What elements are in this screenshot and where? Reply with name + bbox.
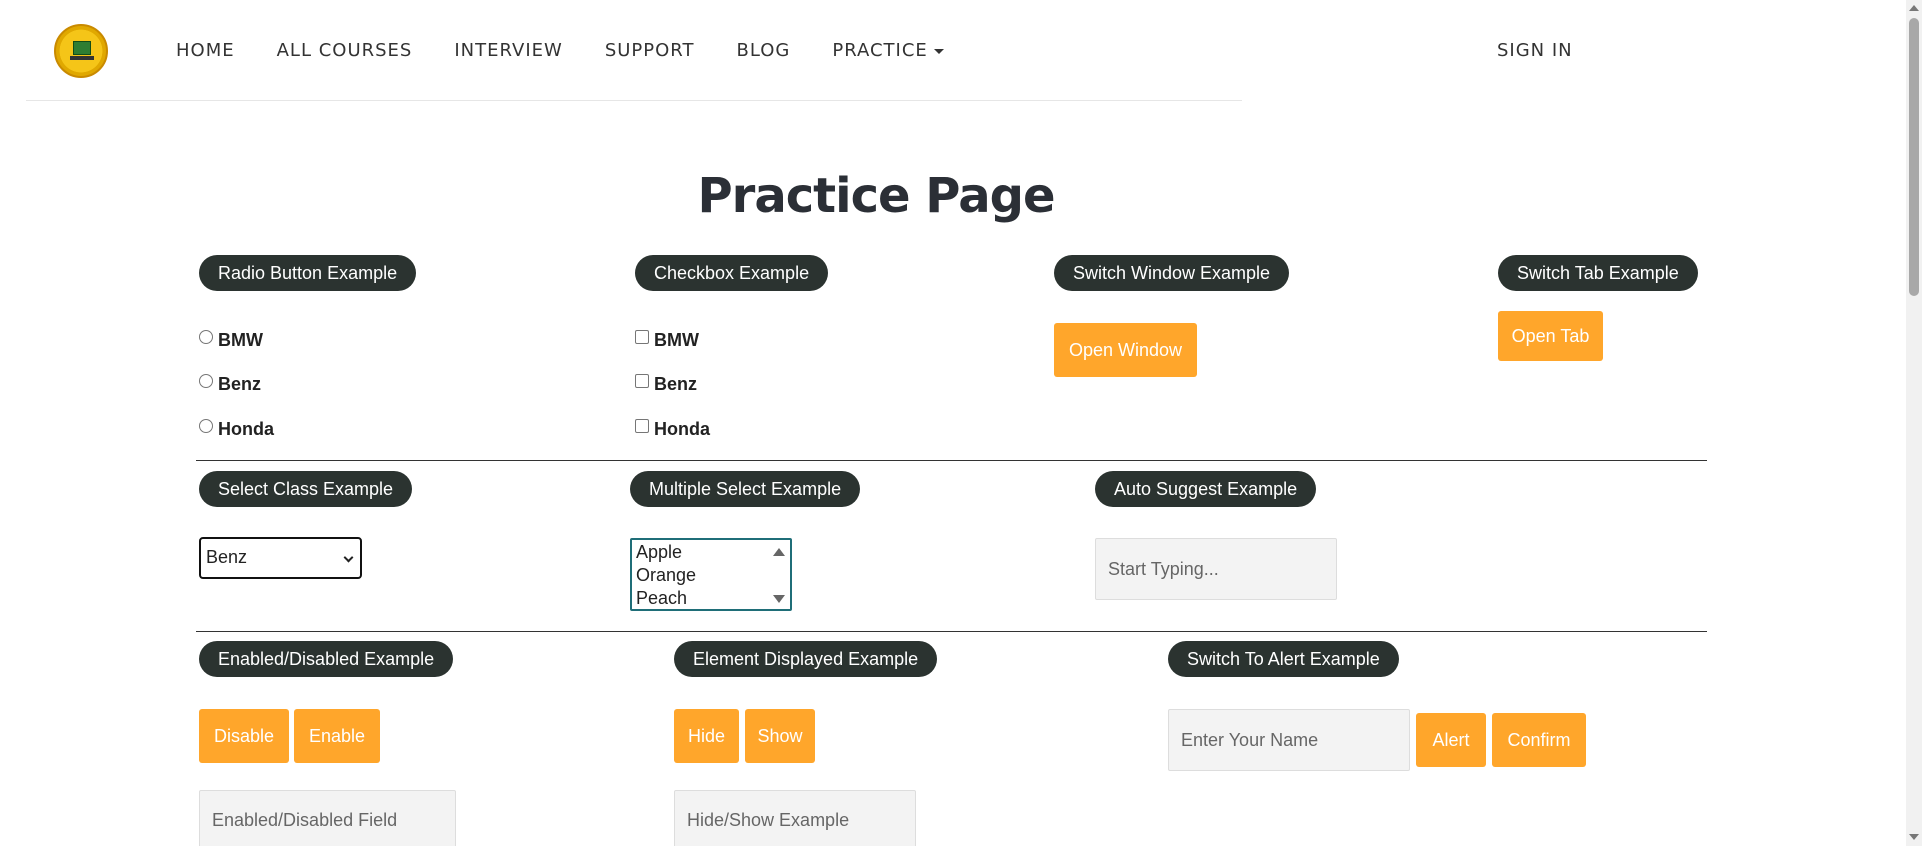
radio-option-label: BMW <box>218 330 263 350</box>
checkbox-option-bmw[interactable]: BMW <box>635 330 699 351</box>
checkbox[interactable] <box>635 330 649 344</box>
hide-show-field[interactable]: Hide/Show Example <box>674 790 916 846</box>
monitor-base <box>70 56 94 60</box>
checkbox-option-label: Benz <box>654 374 698 394</box>
radio-button[interactable] <box>199 330 213 344</box>
chevron-down-icon <box>343 552 354 563</box>
scroll-up-icon[interactable] <box>1909 5 1919 11</box>
radio-option-honda[interactable]: Honda <box>199 419 274 440</box>
hide-button[interactable]: Hide <box>674 709 739 763</box>
scroll-down-icon[interactable] <box>1909 834 1919 840</box>
alert-button[interactable]: Alert <box>1416 713 1486 767</box>
nav-practice[interactable]: PRACTICE <box>832 40 944 61</box>
nav-home[interactable]: HOME <box>176 40 235 61</box>
auto-suggest-input[interactable]: Start Typing... <box>1095 538 1337 600</box>
caret-down-icon <box>933 48 944 54</box>
page-scrollbar[interactable] <box>1906 0 1922 846</box>
nav-practice-label: PRACTICE <box>832 40 928 61</box>
select-class-value: Benz <box>206 547 248 567</box>
open-tab-button[interactable]: Open Tab <box>1498 311 1603 361</box>
enable-button[interactable]: Enable <box>294 709 380 763</box>
section-divider <box>196 460 1707 461</box>
radio-option-bmw[interactable]: BMW <box>199 330 263 351</box>
nav-interview[interactable]: INTERVIEW <box>454 40 562 61</box>
logo-icon[interactable] <box>54 24 108 78</box>
multi-option-peach[interactable]: Peach <box>636 587 786 610</box>
alert-legend: Switch To Alert Example <box>1168 641 1399 677</box>
radio-legend: Radio Button Example <box>199 255 417 291</box>
auto-suggest-legend: Auto Suggest Example <box>1095 471 1317 507</box>
nav-all-courses[interactable]: ALL COURSES <box>277 40 413 61</box>
select-class-legend: Select Class Example <box>199 471 413 507</box>
multiple-select-legend: Multiple Select Example <box>630 471 861 507</box>
enabled-disabled-legend: Enabled/Disabled Example <box>199 641 454 677</box>
checkbox-legend: Checkbox Example <box>635 255 829 291</box>
multiple-select-listbox[interactable]: Apple Orange Peach <box>630 538 792 611</box>
checkbox[interactable] <box>635 419 649 433</box>
radio-button[interactable] <box>199 419 213 433</box>
site-header: HOME ALL COURSES INTERVIEW SUPPORT BLOG … <box>26 0 1572 101</box>
scroll-thumb[interactable] <box>1909 18 1919 296</box>
confirm-button[interactable]: Confirm <box>1492 713 1586 767</box>
scroll-down-icon[interactable] <box>773 595 785 603</box>
enabled-disabled-field[interactable]: Enabled/Disabled Field <box>199 790 456 846</box>
checkbox-option-honda[interactable]: Honda <box>635 419 710 440</box>
show-button[interactable]: Show <box>745 709 815 763</box>
main-nav: HOME ALL COURSES INTERVIEW SUPPORT BLOG … <box>176 40 986 61</box>
page-title: Practice Page <box>697 168 1055 224</box>
open-window-button[interactable]: Open Window <box>1054 323 1197 377</box>
checkbox-option-label: BMW <box>654 330 699 350</box>
switch-tab-legend: Switch Tab Example <box>1498 255 1698 291</box>
sign-in-link[interactable]: SIGN IN <box>1497 40 1573 61</box>
element-displayed-legend: Element Displayed Example <box>674 641 938 677</box>
radio-button[interactable] <box>199 374 213 388</box>
checkbox-option-label: Honda <box>654 419 710 439</box>
scroll-up-icon[interactable] <box>773 548 785 556</box>
radio-option-label: Benz <box>218 374 262 394</box>
section-divider <box>196 631 1707 632</box>
name-input[interactable]: Enter Your Name <box>1168 709 1410 771</box>
radio-option-benz[interactable]: Benz <box>199 374 261 395</box>
nav-support[interactable]: SUPPORT <box>605 40 695 61</box>
select-class-dropdown[interactable]: Benz <box>199 537 362 579</box>
nav-blog[interactable]: BLOG <box>736 40 790 61</box>
switch-window-legend: Switch Window Example <box>1054 255 1290 291</box>
disable-button[interactable]: Disable <box>199 709 289 763</box>
checkbox[interactable] <box>635 374 649 388</box>
radio-option-label: Honda <box>218 419 274 439</box>
checkbox-option-benz[interactable]: Benz <box>635 374 697 395</box>
multi-option-orange[interactable]: Orange <box>636 564 786 587</box>
monitor-icon <box>73 41 91 55</box>
multi-option-apple[interactable]: Apple <box>636 541 786 564</box>
